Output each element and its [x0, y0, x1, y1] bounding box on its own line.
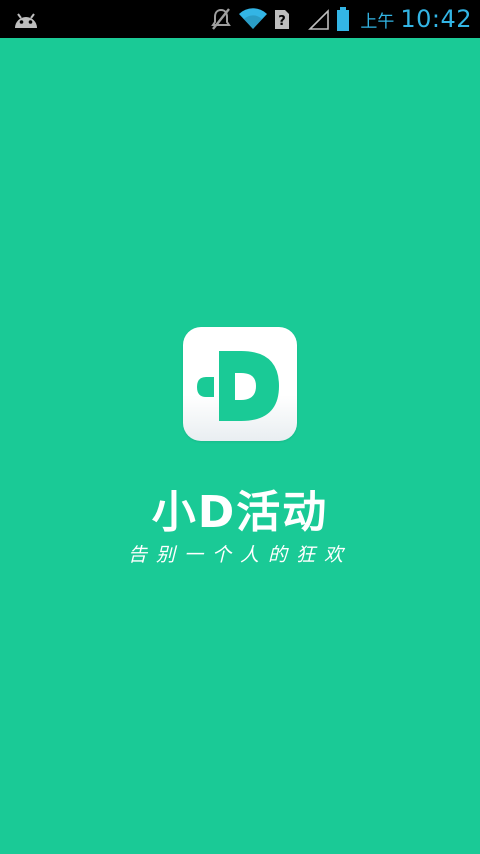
splash-screen: ? 上午 10:42 小D活动 告别一个人的狂欢 [0, 0, 480, 854]
android-icon [12, 8, 40, 30]
app-tagline: 告别一个人的狂欢 [127, 544, 352, 566]
app-name: 小D活动 [151, 487, 329, 538]
mute-icon [210, 7, 232, 31]
d-logo-icon [197, 351, 279, 421]
battery-icon [336, 6, 350, 32]
status-bar: ? 上午 10:42 [0, 0, 480, 38]
sim-unknown-icon: ? [274, 7, 290, 31]
wifi-icon [238, 7, 268, 31]
status-right-group: ? 上午 10:42 [210, 0, 472, 38]
status-clock: 10:42 [400, 5, 472, 33]
svg-text:?: ? [279, 14, 287, 29]
status-ampm: 上午 [360, 11, 395, 32]
signal-icon [308, 7, 330, 31]
app-logo [183, 327, 297, 441]
